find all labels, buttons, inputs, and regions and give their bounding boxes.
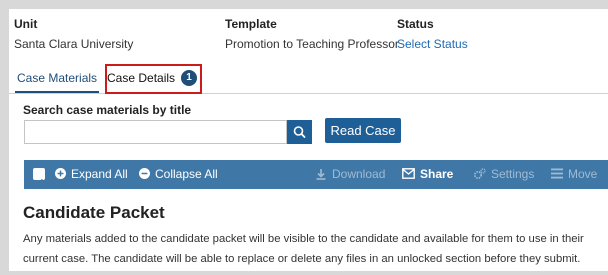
- download-icon: [316, 168, 326, 180]
- move-label: Move: [568, 167, 598, 181]
- expand-all-label: Expand All: [71, 167, 128, 181]
- expand-all-button[interactable]: Expand All: [55, 160, 128, 189]
- share-label: Share: [420, 167, 454, 181]
- search-button[interactable]: [287, 120, 312, 144]
- move-icon: [551, 168, 563, 179]
- case-details-highlight-box: [105, 64, 202, 94]
- status-label: Status: [397, 17, 434, 31]
- search-icon: [293, 126, 306, 138]
- template-label: Template: [225, 17, 277, 31]
- download-label: Download: [332, 167, 386, 181]
- envelope-icon: [402, 168, 415, 180]
- tab-case-materials[interactable]: Case Materials: [15, 65, 100, 93]
- template-field: Template Promotion to Teaching Professor: [225, 17, 399, 51]
- unit-label: Unit: [14, 17, 38, 31]
- unit-value: Santa Clara University: [14, 37, 134, 51]
- plus-circle-icon: [55, 168, 66, 180]
- candidate-packet-title: Candidate Packet: [23, 203, 165, 222]
- move-button[interactable]: Move: [551, 160, 597, 189]
- tab-case-materials-label: Case Materials: [17, 71, 98, 85]
- unit-field: Unit Santa Clara University: [14, 17, 133, 51]
- materials-toolbar: Expand All Collapse All Download Share S…: [24, 160, 608, 189]
- case-panel: Unit Santa Clara University Template Pro…: [9, 9, 608, 271]
- gears-icon: [473, 168, 486, 179]
- collapse-all-button[interactable]: Collapse All: [139, 160, 218, 189]
- collapse-all-label: Collapse All: [155, 167, 218, 181]
- read-case-button[interactable]: Read Case: [325, 118, 401, 143]
- select-all-checkbox[interactable]: [33, 160, 45, 189]
- status-field: Status Select Status: [397, 17, 468, 51]
- checkbox-icon: [33, 167, 45, 186]
- download-button[interactable]: Download: [315, 160, 385, 189]
- share-button[interactable]: Share: [402, 160, 453, 189]
- candidate-packet-description: Any materials added to the candidate pac…: [23, 233, 584, 265]
- tab-bar: Case Materials Case Details 1: [9, 65, 608, 94]
- select-status-link[interactable]: Select Status: [397, 37, 468, 51]
- minus-circle-icon: [139, 168, 150, 180]
- search-label: Search case materials by title: [23, 103, 192, 117]
- template-value: Promotion to Teaching Professor: [225, 37, 399, 51]
- settings-label: Settings: [491, 167, 535, 181]
- settings-button[interactable]: Settings: [473, 160, 534, 189]
- search-input[interactable]: [24, 120, 287, 144]
